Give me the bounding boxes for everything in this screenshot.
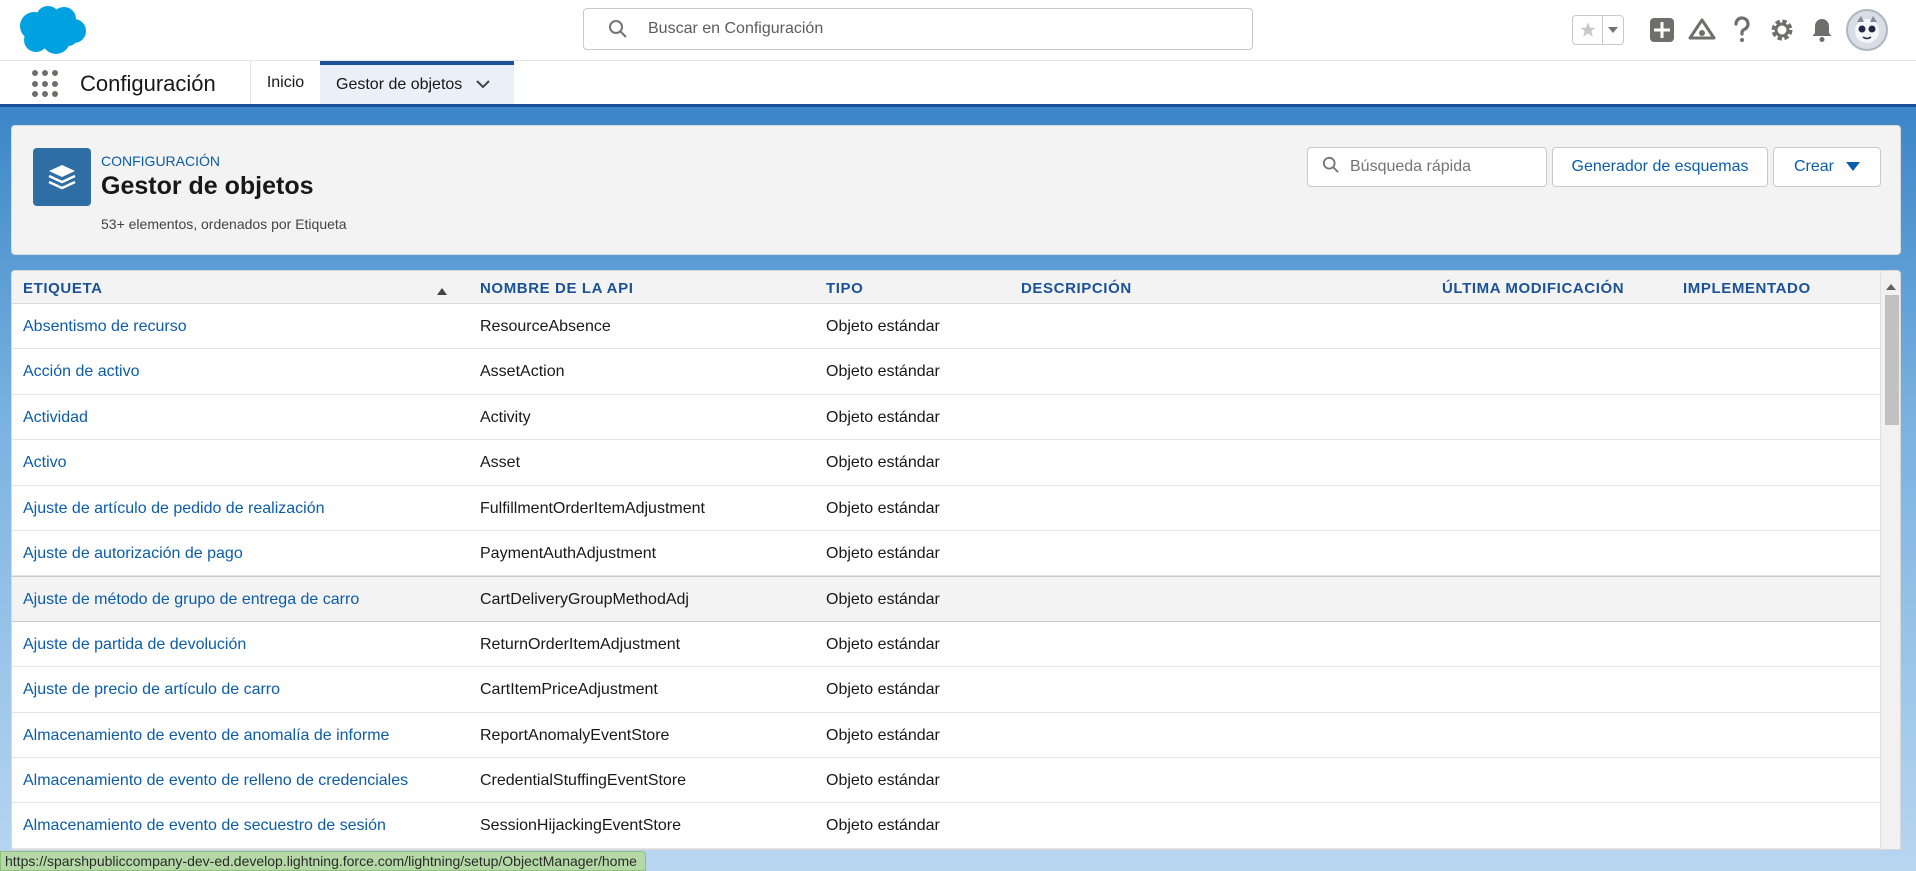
object-type: Objeto estándar — [826, 591, 940, 609]
object-label-link[interactable]: Almacenamiento de evento de relleno de c… — [23, 772, 408, 790]
api-name: CartDeliveryGroupMethodAdj — [480, 591, 689, 609]
salesforce-cloud-logo[interactable] — [14, 4, 88, 56]
object-label-link[interactable]: Almacenamiento de evento de secuestro de… — [23, 817, 386, 835]
page-header: CONFIGURACIÓN Gestor de objetos 53+ elem… — [11, 125, 1901, 255]
column-header-etiqueta[interactable]: ETIQUETA — [23, 280, 103, 297]
column-header-ultima-modificacion[interactable]: ÚLTIMA MODIFICACIÓN — [1442, 280, 1624, 297]
search-icon — [1322, 156, 1340, 179]
table-row: Actividad Activity Objeto estándar — [12, 395, 1880, 441]
object-type: Objeto estándar — [826, 817, 940, 835]
object-label-link[interactable]: Ajuste de artículo de pedido de realizac… — [23, 500, 325, 518]
breadcrumb[interactable]: CONFIGURACIÓN — [101, 153, 220, 169]
caret-down-icon — [1846, 158, 1860, 176]
app-launcher-icon[interactable] — [32, 70, 60, 98]
table-row: Ajuste de partida de devolución ReturnOr… — [12, 622, 1880, 668]
status-bar-url: https://sparshpubliccompany-dev-ed.devel… — [0, 851, 646, 871]
object-type: Objeto estándar — [826, 771, 940, 789]
trailhead-icon[interactable] — [1682, 12, 1722, 48]
api-name: SessionHijackingEventStore — [480, 817, 681, 835]
api-name: AssetAction — [480, 363, 565, 381]
api-name: FulfillmentOrderItemAdjustment — [480, 499, 705, 517]
favorites-group — [1572, 15, 1624, 45]
scrollbar-thumb[interactable] — [1885, 295, 1899, 425]
object-label-link[interactable]: Acción de activo — [23, 363, 140, 381]
chevron-down-icon[interactable] — [476, 76, 491, 94]
search-icon — [608, 19, 628, 39]
object-type: Objeto estándar — [826, 544, 940, 562]
object-type: Objeto estándar — [826, 363, 940, 381]
page-title: Gestor de objetos — [101, 172, 314, 200]
app-name: Configuración — [80, 71, 216, 96]
object-type: Objeto estándar — [826, 726, 940, 744]
object-label-link[interactable]: Activo — [23, 454, 67, 472]
help-icon[interactable] — [1722, 12, 1762, 48]
object-label-link[interactable]: Ajuste de precio de artículo de carro — [23, 681, 280, 699]
global-header: Buscar en Configuración — [0, 0, 1916, 61]
api-name: ReportAnomalyEventStore — [480, 726, 670, 744]
object-type: Objeto estándar — [826, 318, 940, 335]
object-type: Objeto estándar — [826, 635, 940, 653]
app-nav-bar: Configuración Inicio Gestor de objetos — [0, 61, 1916, 107]
scroll-up-arrow-icon[interactable] — [1886, 277, 1896, 295]
search-placeholder: Buscar en Configuración — [648, 20, 824, 37]
layers-icon — [33, 148, 91, 206]
schema-builder-label: Generador de esquemas — [1571, 158, 1749, 175]
objects-table: ETIQUETA NOMBRE DE LA API TIPO DESCRIPCI… — [11, 270, 1901, 850]
tab-label: Inicio — [266, 73, 305, 91]
api-name: ResourceAbsence — [480, 318, 611, 335]
column-header-api-name[interactable]: NOMBRE DE LA API — [480, 280, 634, 297]
api-name: CredentialStuffingEventStore — [480, 771, 687, 789]
tab-inicio[interactable]: Inicio — [250, 61, 320, 104]
object-label-link[interactable]: Ajuste de método de grupo de entrega de … — [23, 591, 359, 609]
table-header: ETIQUETA NOMBRE DE LA API TIPO DESCRIPCI… — [12, 271, 1880, 304]
object-label-link[interactable]: Actividad — [23, 409, 88, 427]
table-row: Activo Asset Objeto estándar — [12, 440, 1880, 486]
table-row: Ajuste de autorización de pago PaymentAu… — [12, 531, 1880, 577]
object-label-link[interactable]: Absentismo de recurso — [23, 318, 187, 336]
api-name: PaymentAuthAdjustment — [480, 544, 657, 562]
table-row-hovered: Ajuste de método de grupo de entrega de … — [12, 576, 1880, 622]
notifications-bell-icon[interactable] — [1802, 12, 1842, 48]
api-name: ReturnOrderItemAdjustment — [480, 635, 681, 653]
api-name: Activity — [480, 408, 531, 426]
tab-label: Gestor de objetos — [336, 75, 463, 93]
tab-gestor-de-objetos[interactable]: Gestor de objetos — [320, 61, 514, 104]
table-body: Absentismo de recurso ResourceAbsence Ob… — [12, 304, 1880, 849]
global-search-input[interactable]: Buscar en Configuración — [583, 8, 1253, 50]
object-label-link[interactable]: Ajuste de autorización de pago — [23, 545, 243, 563]
column-header-descripcion[interactable]: DESCRIPCIÓN — [1021, 280, 1132, 297]
user-avatar[interactable] — [1846, 9, 1888, 51]
table-row: Almacenamiento de evento de relleno de c… — [12, 758, 1880, 804]
object-type: Objeto estándar — [826, 454, 940, 472]
page-subtitle: 53+ elementos, ordenados por Etiqueta — [101, 216, 347, 232]
schema-builder-button[interactable]: Generador de esquemas — [1552, 147, 1768, 187]
api-name: CartItemPriceAdjustment — [480, 681, 658, 699]
api-name: Asset — [480, 454, 521, 472]
favorites-dropdown-icon[interactable] — [1603, 16, 1623, 44]
sort-ascending-icon[interactable] — [437, 282, 447, 300]
favorite-star-icon[interactable] — [1573, 16, 1603, 44]
table-row: Almacenamiento de evento de secuestro de… — [12, 803, 1880, 849]
scroll-down-arrow-icon[interactable] — [1886, 843, 1896, 849]
setup-gear-icon[interactable] — [1762, 12, 1802, 48]
table-row: Almacenamiento de evento de anomalía de … — [12, 713, 1880, 758]
header-tools — [1572, 9, 1888, 51]
table-row: Ajuste de precio de artículo de carro Ca… — [12, 667, 1880, 713]
table-row: Acción de activo AssetAction Objeto está… — [12, 349, 1880, 395]
table-scrollbar[interactable] — [1880, 271, 1900, 849]
object-label-link[interactable]: Almacenamiento de evento de anomalía de … — [23, 727, 389, 745]
column-header-implementado[interactable]: IMPLEMENTADO — [1683, 280, 1811, 297]
quick-find-placeholder: Búsqueda rápida — [1350, 158, 1471, 175]
object-type: Objeto estándar — [826, 681, 940, 699]
object-type: Objeto estándar — [826, 408, 940, 426]
quick-find-input[interactable]: Búsqueda rápida — [1307, 147, 1547, 187]
object-type: Objeto estándar — [826, 499, 940, 517]
column-header-tipo[interactable]: TIPO — [826, 280, 863, 297]
create-label: Crear — [1793, 158, 1834, 175]
table-row: Absentismo de recurso ResourceAbsence Ob… — [12, 304, 1880, 350]
global-create-icon[interactable] — [1642, 12, 1682, 48]
object-label-link[interactable]: Ajuste de partida de devolución — [23, 636, 246, 654]
table-row: Ajuste de artículo de pedido de realizac… — [12, 486, 1880, 531]
create-button[interactable]: Crear — [1773, 147, 1881, 187]
